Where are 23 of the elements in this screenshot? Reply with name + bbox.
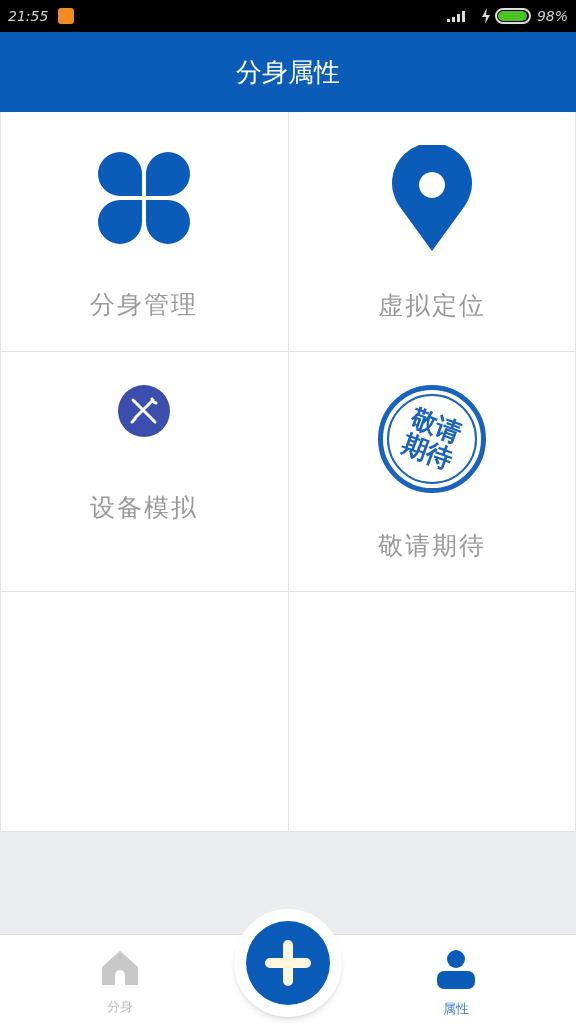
tab[interactable]: 分身: [80, 935, 160, 1024]
lightning-icon: [480, 8, 491, 24]
battery-icon: [494, 8, 531, 24]
clover-icon: [96, 150, 193, 246]
grid-tile[interactable]: 设备模拟: [1, 352, 289, 592]
tile-label: 设备模拟: [90, 492, 199, 524]
location-pin-icon: [391, 145, 472, 251]
tile-label: 分身管理: [90, 289, 199, 321]
plus-icon: [246, 921, 330, 1005]
tools-icon: [118, 385, 171, 437]
home-icon: [101, 949, 139, 987]
stamp-text: 敬请期待: [396, 403, 468, 475]
tab[interactable]: 属性: [416, 935, 496, 1024]
clock-time: 21:55: [8, 6, 49, 26]
grid-tile[interactable]: 虚拟定位: [288, 112, 576, 352]
person-icon: [437, 949, 475, 989]
grid-tile[interactable]: 分身管理: [1, 112, 289, 352]
tile-label: 敬请期待: [377, 530, 486, 562]
grid-tile[interactable]: 敬请期待 敬请期待: [288, 352, 576, 592]
notification-icon: [58, 8, 75, 24]
tile-label: 虚拟定位: [377, 290, 486, 322]
battery-percent: 98%: [536, 6, 568, 26]
page-title: 分身属性: [236, 55, 340, 89]
